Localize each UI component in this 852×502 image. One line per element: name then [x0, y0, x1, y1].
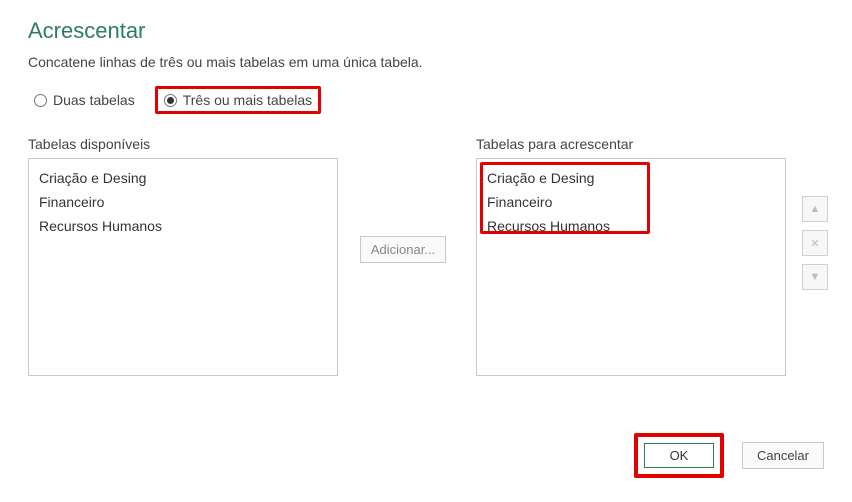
append-dialog: Acrescentar Concatene linhas de três ou …	[0, 0, 852, 502]
radio-icon	[34, 94, 47, 107]
chevron-down-icon: ▼	[810, 271, 821, 283]
available-listbox[interactable]: Criação e Desing Financeiro Recursos Hum…	[28, 158, 338, 376]
to-append-label: Tabelas para acrescentar	[476, 136, 786, 152]
ok-highlight: OK	[634, 433, 724, 478]
dialog-title: Acrescentar	[28, 18, 824, 44]
list-item[interactable]: Criação e Desing	[39, 167, 327, 191]
available-label: Tabelas disponíveis	[28, 136, 338, 152]
radio-two-tables-label: Duas tabelas	[53, 92, 135, 108]
close-icon: ✕	[810, 237, 819, 250]
available-column: Tabelas disponíveis Criação e Desing Fin…	[28, 136, 338, 376]
radio-three-or-more[interactable]: Três ou mais tabelas	[155, 86, 321, 114]
dialog-footer: OK Cancelar	[634, 433, 824, 478]
remove-button[interactable]: ✕	[802, 230, 828, 256]
middle-column: Adicionar...	[338, 136, 468, 263]
cancel-button[interactable]: Cancelar	[742, 442, 824, 469]
list-item[interactable]: Financeiro	[39, 191, 327, 215]
to-append-column: Tabelas para acrescentar Criação e Desin…	[476, 136, 786, 376]
chevron-up-icon: ▲	[810, 203, 821, 215]
move-up-button[interactable]: ▲	[802, 196, 828, 222]
move-down-button[interactable]: ▼	[802, 264, 828, 290]
add-button[interactable]: Adicionar...	[360, 236, 446, 263]
radio-three-or-more-label: Três ou mais tabelas	[183, 92, 312, 108]
list-item[interactable]: Recursos Humanos	[39, 215, 327, 239]
to-append-listbox[interactable]: Criação e Desing Financeiro Recursos Hum…	[476, 158, 786, 376]
radio-icon	[164, 94, 177, 107]
mode-radio-group: Duas tabelas Três ou mais tabelas	[28, 86, 824, 114]
list-item[interactable]: Criação e Desing	[487, 167, 775, 191]
radio-two-tables[interactable]: Duas tabelas	[28, 89, 141, 111]
list-item[interactable]: Financeiro	[487, 191, 775, 215]
lists-row: Tabelas disponíveis Criação e Desing Fin…	[28, 136, 824, 376]
reorder-buttons: ▲ ✕ ▼	[802, 196, 828, 290]
list-item[interactable]: Recursos Humanos	[487, 215, 775, 239]
ok-button[interactable]: OK	[644, 443, 714, 468]
dialog-subtitle: Concatene linhas de três ou mais tabelas…	[28, 54, 824, 70]
